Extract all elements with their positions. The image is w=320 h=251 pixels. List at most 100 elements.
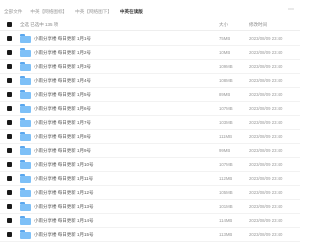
modified-date: 2023/08/09 23:40 [249, 218, 283, 223]
file-size: 107MB [219, 162, 233, 167]
file-name[interactable]: 小雨分享楼 每日更新 1月1号 [34, 36, 91, 42]
modified-date: 2023/08/09 23:40 [249, 50, 283, 55]
modified-date: 2023/08/09 23:40 [249, 120, 283, 125]
file-size: 99MB [219, 148, 231, 153]
folder-icon [20, 146, 31, 155]
modified-date: 2023/08/09 23:40 [249, 134, 283, 139]
row-checkbox[interactable] [7, 176, 12, 181]
table-row[interactable]: 小雨分享楼 每日更新 1月10号 107MB 2023/08/09 23:40 [0, 157, 300, 172]
folder-icon [20, 216, 31, 225]
table-header: 全选 已选中 135 项 大小 修改时间 [0, 19, 300, 31]
ellipsis-icon[interactable]: ⋯ [288, 6, 294, 13]
table-row[interactable]: 小雨分享楼 每日更新 1月14号 114MB 2023/08/09 23:40 [0, 213, 300, 228]
selection-summary: 全选 已选中 135 项 [20, 22, 58, 28]
file-name[interactable]: 小雨分享楼 每日更新 1月15号 [34, 232, 94, 238]
file-name[interactable]: 小雨分享楼 每日更新 1月9号 [34, 148, 91, 154]
row-checkbox[interactable] [7, 218, 12, 223]
file-size: 107MB [219, 106, 233, 111]
table-row[interactable]: 小雨分享楼 每日更新 1月12号 105MB 2023/08/09 23:40 [0, 185, 300, 200]
folder-icon [20, 76, 31, 85]
file-name[interactable]: 小雨分享楼 每日更新 1月13号 [34, 204, 94, 210]
file-manager: 全部文件 中英【网络图标】 中英【网络图下】 中英在读版 ⋯ 全选 已选中 13… [0, 0, 300, 251]
table-row[interactable]: 小雨分享楼 每日更新 1月6号 107MB 2023/08/09 23:40 [0, 101, 300, 116]
selected-count: 已选中 135 项 [30, 22, 59, 27]
folder-icon [20, 90, 31, 99]
file-size: 111MB [219, 134, 232, 139]
file-name[interactable]: 小雨分享楼 每日更新 1月2号 [34, 50, 91, 56]
file-size: 10MB [219, 50, 231, 55]
table-row[interactable]: 小雨分享楼 每日更新 1月8号 111MB 2023/08/09 23:40 [0, 129, 300, 144]
file-size: 114MB [219, 218, 233, 223]
file-name[interactable]: 小雨分享楼 每日更新 1月5号 [34, 92, 91, 98]
modified-date: 2023/08/09 23:40 [249, 106, 283, 111]
file-size: 108MB [219, 78, 233, 83]
tab-current-folder[interactable]: 中英在读版 [120, 9, 143, 15]
folder-icon [20, 118, 31, 127]
select-all-label: 全选 [20, 22, 29, 27]
tab-network-icons[interactable]: 中英【网络图标】 [30, 9, 67, 15]
file-name[interactable]: 小雨分享楼 每日更新 1月8号 [34, 134, 91, 140]
modified-date: 2023/08/09 23:40 [249, 148, 283, 153]
modified-date: 2023/08/09 23:40 [249, 190, 283, 195]
modified-date: 2023/08/09 23:40 [249, 92, 283, 97]
row-checkbox[interactable] [7, 106, 12, 111]
row-checkbox[interactable] [7, 120, 12, 125]
folder-icon [20, 34, 31, 43]
table-row[interactable]: 小雨分享楼 每日更新 1月7号 103MB 2023/08/09 23:40 [0, 115, 300, 130]
file-name[interactable]: 小雨分享楼 每日更新 1月12号 [34, 190, 94, 196]
folder-icon [20, 202, 31, 211]
folder-icon [20, 132, 31, 141]
tab-all-files[interactable]: 全部文件 [4, 9, 22, 15]
modified-date: 2023/08/09 23:40 [249, 78, 283, 83]
file-name[interactable]: 小雨分享楼 每日更新 1月11号 [34, 176, 93, 182]
table-row[interactable]: 小雨分享楼 每日更新 1月1号 75MB 2023/08/09 23:40 [0, 31, 300, 46]
size-column-header[interactable]: 大小 [219, 22, 228, 28]
row-checkbox[interactable] [7, 50, 12, 55]
modified-date: 2023/08/09 23:40 [249, 162, 283, 167]
folder-icon [20, 230, 31, 239]
table-row[interactable]: 小雨分享楼 每日更新 1月2号 10MB 2023/08/09 23:40 [0, 45, 300, 60]
file-name[interactable]: 小雨分享楼 每日更新 1月14号 [34, 218, 94, 224]
folder-icon [20, 160, 31, 169]
file-size: 89MB [219, 92, 231, 97]
folder-icon [20, 188, 31, 197]
table-row[interactable]: 小雨分享楼 每日更新 1月4号 108MB 2023/08/09 23:40 [0, 73, 300, 88]
row-checkbox[interactable] [7, 190, 12, 195]
file-name[interactable]: 小雨分享楼 每日更新 1月3号 [34, 64, 91, 70]
table-row[interactable]: 小雨分享楼 每日更新 1月13号 101MB 2023/08/09 23:40 [0, 199, 300, 214]
row-checkbox[interactable] [7, 148, 12, 153]
row-checkbox[interactable] [7, 162, 12, 167]
row-checkbox[interactable] [7, 78, 12, 83]
modified-date: 2023/08/09 23:40 [249, 204, 283, 209]
row-checkbox[interactable] [7, 204, 12, 209]
file-name[interactable]: 小雨分享楼 每日更新 1月7号 [34, 120, 91, 126]
file-size: 113MB [219, 232, 233, 237]
modified-date: 2023/08/09 23:40 [249, 176, 283, 181]
file-name[interactable]: 小雨分享楼 每日更新 1月10号 [34, 162, 94, 168]
row-checkbox[interactable] [7, 134, 12, 139]
file-size: 109MB [219, 64, 233, 69]
tab-network-down[interactable]: 中英【网络图下】 [75, 9, 112, 15]
breadcrumb: 全部文件 中英【网络图标】 中英【网络图下】 中英在读版 [4, 6, 143, 18]
file-size: 112MB [219, 176, 233, 181]
table-row[interactable]: 小雨分享楼 每日更新 1月11号 112MB 2023/08/09 23:40 [0, 171, 300, 186]
row-checkbox[interactable] [7, 36, 12, 41]
modified-date: 2023/08/09 23:40 [249, 36, 283, 41]
select-all-checkbox[interactable] [7, 22, 12, 27]
table-row[interactable]: 小雨分享楼 每日更新 1月15号 113MB 2023/08/09 23:40 [0, 227, 300, 242]
row-checkbox[interactable] [7, 232, 12, 237]
file-size: 103MB [219, 120, 233, 125]
table-row[interactable]: 小雨分享楼 每日更新 1月3号 109MB 2023/08/09 23:40 [0, 59, 300, 74]
table-row[interactable]: 小雨分享楼 每日更新 1月5号 89MB 2023/08/09 23:40 [0, 87, 300, 102]
folder-icon [20, 48, 31, 57]
file-size: 101MB [219, 204, 233, 209]
row-checkbox[interactable] [7, 64, 12, 69]
file-size: 75MB [219, 36, 231, 41]
file-name[interactable]: 小雨分享楼 每日更新 1月4号 [34, 78, 91, 84]
row-checkbox[interactable] [7, 92, 12, 97]
table-row[interactable]: 小雨分享楼 每日更新 1月9号 99MB 2023/08/09 23:40 [0, 143, 300, 158]
file-name[interactable]: 小雨分享楼 每日更新 1月6号 [34, 106, 91, 112]
modified-date: 2023/08/09 23:40 [249, 64, 283, 69]
date-column-header[interactable]: 修改时间 [249, 22, 267, 28]
folder-icon [20, 174, 31, 183]
